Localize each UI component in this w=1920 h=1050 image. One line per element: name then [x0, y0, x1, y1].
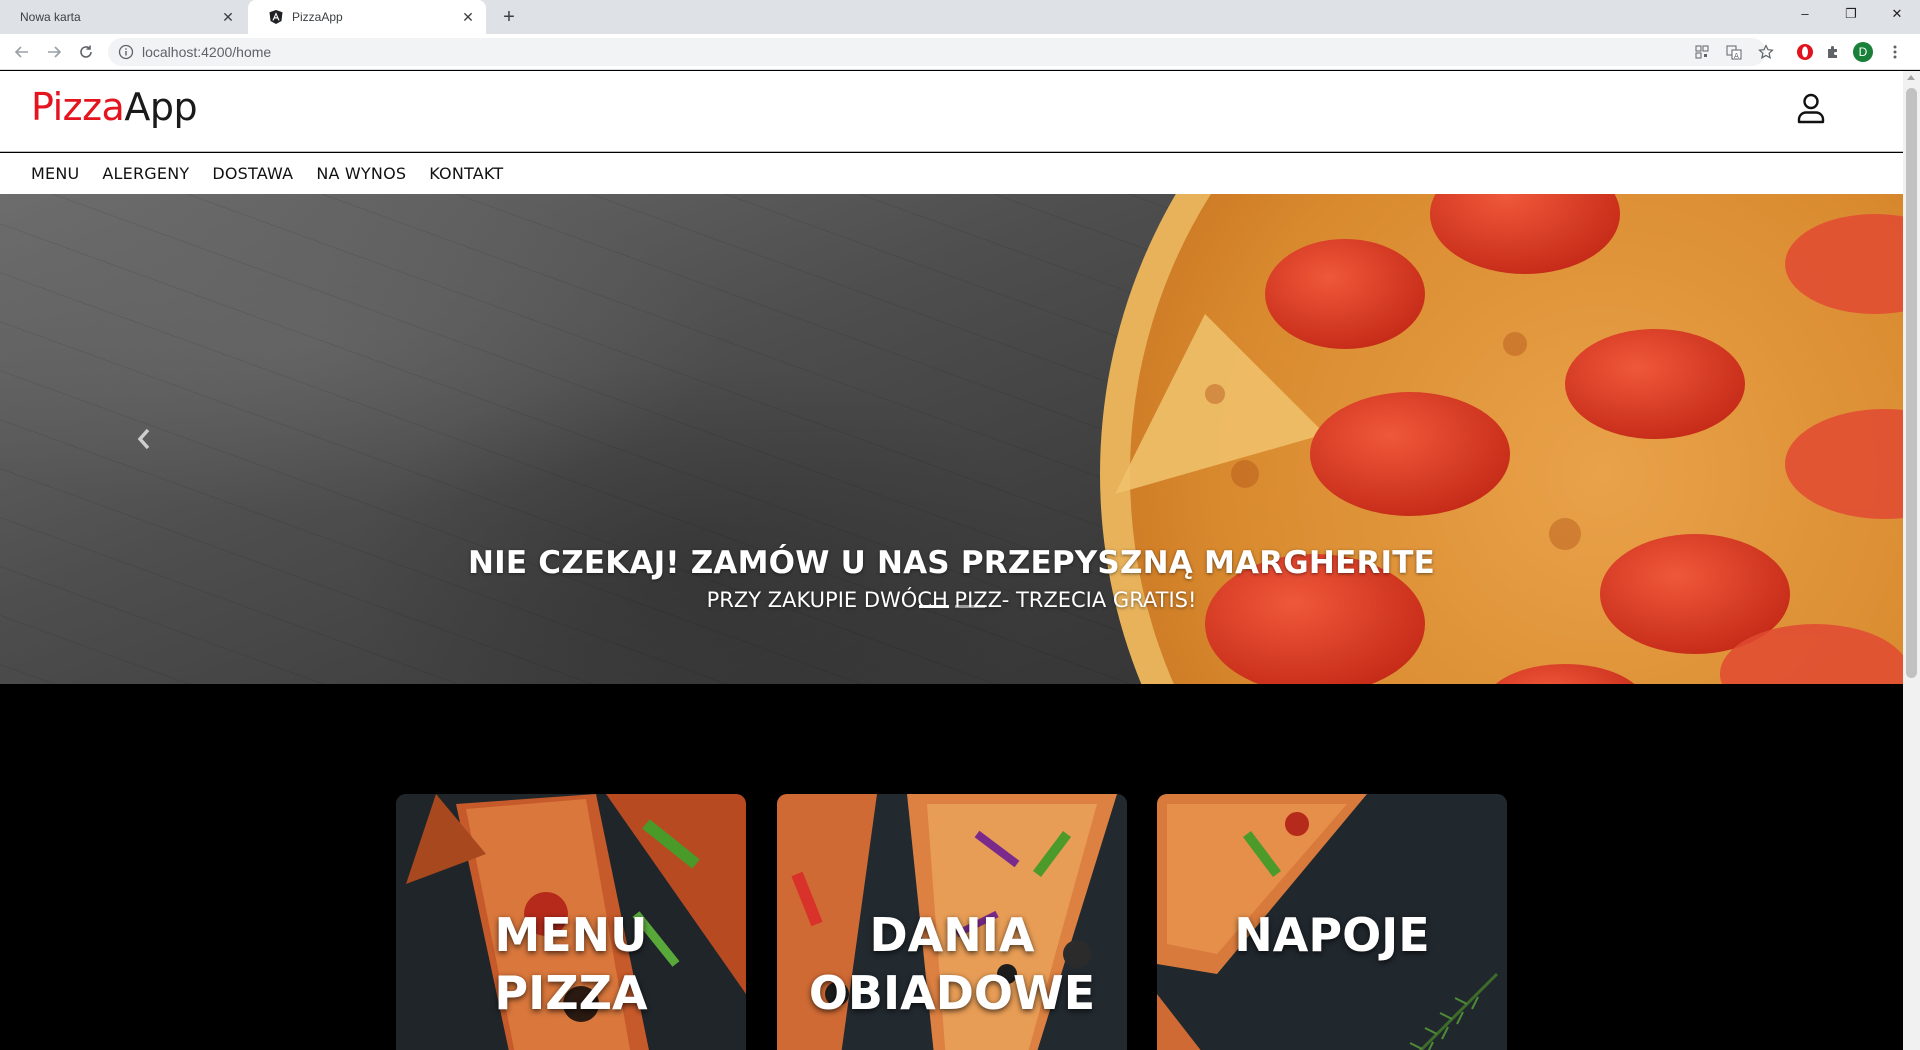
- category-card-napoje[interactable]: NAPOJE: [1157, 794, 1507, 1050]
- nav-item-na-wynos[interactable]: NA WYNOS: [316, 164, 406, 183]
- nav-item-kontakt[interactable]: KONTAKT: [429, 164, 503, 183]
- restore-window-icon[interactable]: ❐: [1828, 0, 1874, 30]
- page-viewport: PizzaApp MENU ALERGENY DOSTAWA NA WYNOS …: [0, 71, 1920, 1050]
- category-card-menu-pizza[interactable]: MENU PIZZA: [396, 794, 746, 1050]
- card-title-line2: OBIADOWE: [808, 966, 1096, 1020]
- nav-item-dostawa[interactable]: DOSTAWA: [212, 164, 293, 183]
- site-header: PizzaApp: [0, 71, 1903, 152]
- hero-subtitle: PRZY ZAKUPIE DWÓCH PIZZ- TRZECIA GRATIS!: [706, 588, 1197, 612]
- user-account-icon[interactable]: [1794, 91, 1828, 125]
- browser-tab-pizzaapp[interactable]: PizzaApp ✕: [248, 0, 486, 34]
- card-title-line2: PIZZA: [494, 966, 648, 1020]
- card-title-napoje: NAPOJE: [1157, 906, 1507, 964]
- scrollbar-thumb[interactable]: [1906, 88, 1917, 678]
- translate-icon[interactable]: A: [1724, 42, 1744, 62]
- bookmark-star-icon[interactable]: [1756, 42, 1776, 62]
- browser-tab-new[interactable]: Nowa karta ✕: [0, 0, 246, 34]
- card-title-dania-obiadowe: DANIA OBIADOWE: [777, 906, 1127, 1022]
- page-scrollbar[interactable]: [1903, 71, 1920, 1050]
- minimize-window-icon[interactable]: –: [1782, 0, 1828, 30]
- qr-code-icon[interactable]: [1692, 42, 1712, 62]
- logo-part-app: App: [124, 85, 198, 129]
- back-arrow-icon[interactable]: [10, 40, 34, 64]
- logo-part-pizza: Pizza: [31, 85, 125, 129]
- carousel-indicator-1[interactable]: [919, 605, 949, 608]
- card-title-line1: MENU: [494, 908, 648, 962]
- nav-item-menu[interactable]: MENU: [31, 164, 79, 183]
- tab-title: PizzaApp: [292, 10, 343, 24]
- browser-menu-icon[interactable]: [1884, 41, 1906, 63]
- site-logo[interactable]: PizzaApp: [31, 85, 198, 131]
- main-nav: MENU ALERGENY DOSTAWA NA WYNOS KONTAKT: [0, 153, 1903, 194]
- close-tab-icon[interactable]: ✕: [460, 9, 476, 25]
- pizzaapp-page: PizzaApp MENU ALERGENY DOSTAWA NA WYNOS …: [0, 71, 1903, 1050]
- site-info-icon[interactable]: [118, 44, 134, 60]
- card-title-line1: DANIA: [869, 908, 1035, 962]
- tab-title: Nowa karta: [20, 10, 81, 24]
- angular-favicon-icon: [269, 10, 283, 24]
- browser-toolbar: localhost:4200/home A D: [0, 34, 1920, 70]
- profile-initial: D: [1853, 42, 1873, 62]
- card-title-line1: NAPOJE: [1234, 908, 1430, 962]
- profile-avatar[interactable]: D: [1852, 41, 1874, 63]
- category-card-dania-obiadowe[interactable]: DANIA OBIADOWE: [777, 794, 1127, 1050]
- address-bar[interactable]: localhost:4200/home A: [108, 38, 1774, 66]
- browser-tab-strip: Nowa karta ✕ PizzaApp ✕ + – ❐ ✕: [0, 0, 1920, 34]
- close-window-icon[interactable]: ✕: [1874, 0, 1920, 30]
- scroll-up-arrow-icon[interactable]: [1907, 75, 1915, 80]
- extensions-puzzle-icon[interactable]: [1822, 41, 1844, 63]
- carousel-prev-chevron-icon[interactable]: [132, 419, 156, 459]
- opera-extension-icon[interactable]: [1794, 41, 1816, 63]
- reload-icon[interactable]: [74, 40, 98, 64]
- url-text: localhost:4200/home: [142, 44, 272, 60]
- hero-title: NIE CZEKAJ! ZAMÓW U NAS PRZEPYSZNĄ MARGH…: [468, 545, 1435, 581]
- forward-arrow-icon[interactable]: [42, 40, 66, 64]
- hero-carousel: NIE CZEKAJ! ZAMÓW U NAS PRZEPYSZNĄ MARGH…: [0, 194, 1903, 684]
- carousel-indicators: [919, 605, 985, 608]
- nav-item-alergeny[interactable]: ALERGENY: [102, 164, 189, 183]
- card-title-menu-pizza: MENU PIZZA: [396, 906, 746, 1022]
- carousel-indicator-2[interactable]: [955, 605, 985, 608]
- close-tab-icon[interactable]: ✕: [220, 9, 236, 25]
- new-tab-plus-icon[interactable]: +: [498, 6, 520, 28]
- svg-text:A: A: [1734, 52, 1739, 60]
